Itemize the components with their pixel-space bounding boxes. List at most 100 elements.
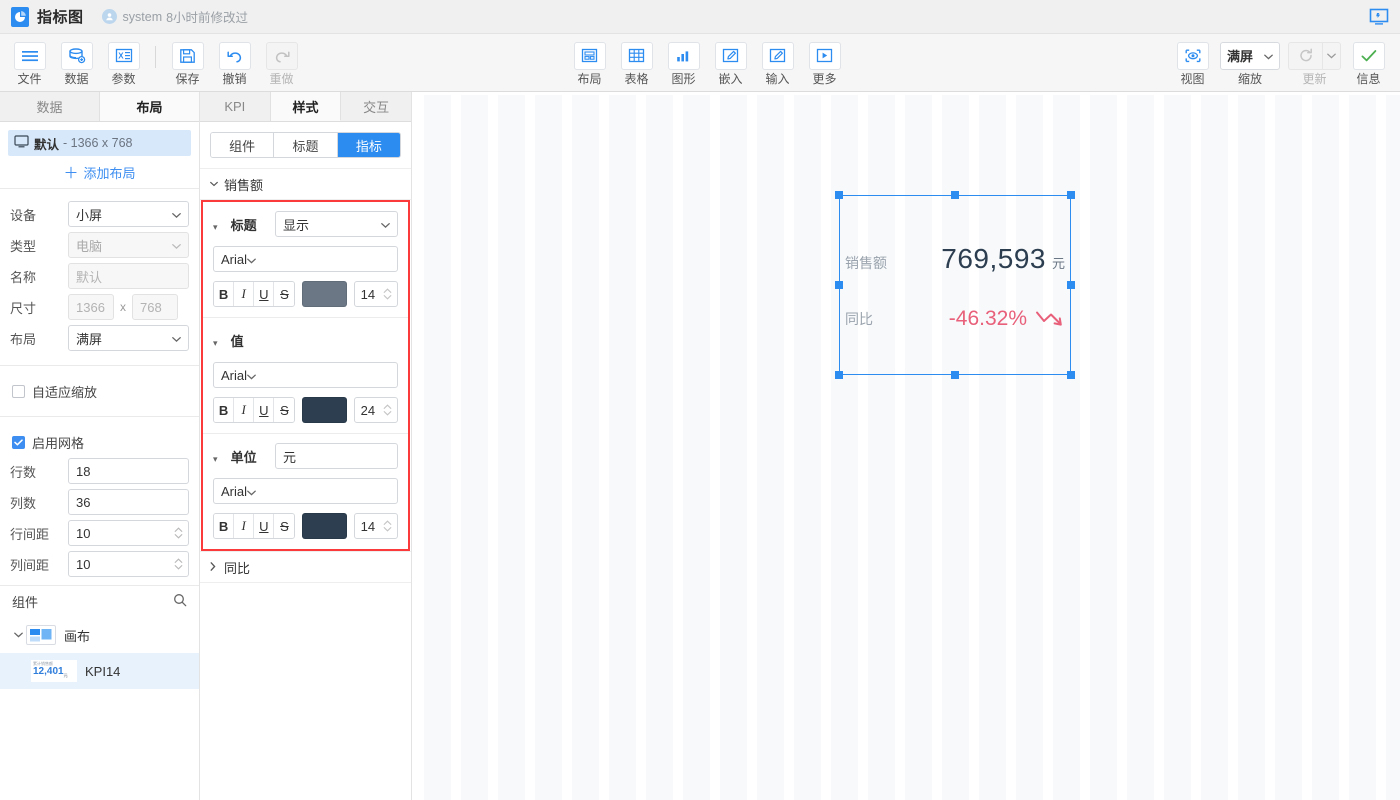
unit-font-select[interactable]: Arial — [213, 478, 398, 504]
autoscale-checkbox-row[interactable]: 自适应缩放 — [12, 379, 187, 403]
bold-button[interactable]: B — [214, 398, 234, 422]
unit-size-input[interactable]: 14 — [354, 513, 398, 539]
zoom-control[interactable]: 满屏 缩放 — [1220, 40, 1280, 86]
grid-section: 启用网格 行数 18 列数 36 行间距 10 — [0, 416, 199, 585]
ribbon-button-save[interactable]: 保存 — [164, 40, 211, 86]
field-name: 名称 默认 — [10, 262, 189, 290]
layout-mode-select[interactable]: 满屏 — [68, 325, 189, 351]
autoscale-checkbox[interactable] — [12, 385, 25, 398]
row-count-input[interactable]: 18 — [68, 458, 189, 484]
subsection-label: 值 — [231, 334, 244, 349]
title-display-select[interactable]: 显示 — [275, 211, 398, 237]
stepper-arrows-icon[interactable] — [174, 526, 183, 540]
search-icon[interactable] — [173, 593, 187, 610]
tree-item-canvas[interactable]: 画布 — [0, 617, 199, 653]
stepper-arrows-icon[interactable] — [383, 287, 392, 301]
chevron-down-icon — [210, 179, 220, 189]
title-font-select[interactable]: Arial — [213, 246, 398, 272]
resize-handle-n[interactable] — [951, 191, 959, 199]
layout-properties-section: 设备 小屏 类型 电脑 — [0, 188, 199, 365]
caret-down-icon: ▾ — [213, 454, 223, 465]
resize-handle-se[interactable] — [1067, 371, 1075, 379]
kpi-primary-row: 销售额 769,593 元 — [839, 243, 1071, 275]
ribbon-button-more[interactable]: 更多 — [801, 40, 848, 86]
segment-component[interactable]: 组件 — [211, 133, 274, 157]
chevron-down-icon[interactable] — [1322, 42, 1341, 70]
unit-font-value: Arial — [221, 484, 247, 499]
stepper-arrows-icon[interactable] — [383, 403, 392, 417]
subsection-title-row[interactable]: ▾ 值 — [213, 331, 275, 350]
tab-interaction[interactable]: 交互 — [341, 92, 411, 121]
ribbon-button-layout[interactable]: 布局 — [566, 40, 613, 86]
value-size-input[interactable]: 24 — [354, 397, 398, 423]
column-count-input[interactable]: 36 — [68, 489, 189, 515]
title-color-swatch[interactable] — [302, 281, 346, 307]
kpi-widget[interactable]: 销售额 769,593 元 同比 -46.32% — [839, 195, 1071, 375]
ribbon-button-embed[interactable]: 嵌入 — [707, 40, 754, 86]
ribbon-button-parameter[interactable]: X 参数 — [100, 40, 147, 86]
subsection-title-row[interactable]: ▾ 单位 — [213, 447, 275, 466]
subsection-header: ▾ 单位 元 — [213, 443, 398, 469]
stepper-arrows-icon[interactable] — [174, 557, 183, 571]
underline-button[interactable]: U — [254, 398, 274, 422]
device-select[interactable]: 小屏 — [68, 201, 189, 227]
ribbon-left-group: 文件 数据 — [0, 40, 305, 86]
subsection-title-row[interactable]: ▾ 标题 — [213, 215, 275, 234]
components-title: 组件 — [12, 592, 38, 611]
underline-button[interactable]: U — [254, 282, 274, 306]
unit-color-swatch[interactable] — [302, 513, 346, 539]
ribbon-button-input[interactable]: 输入 — [754, 40, 801, 86]
tab-data[interactable]: 数据 — [0, 92, 100, 121]
accordion-yoy[interactable]: 同比 — [200, 551, 411, 583]
italic-button[interactable]: I — [234, 282, 254, 306]
strikethrough-button[interactable]: S — [274, 282, 294, 306]
canvas-area[interactable]: 销售额 769,593 元 同比 -46.32% — [412, 92, 1400, 800]
resize-handle-w[interactable] — [835, 281, 843, 289]
field-label: 行数 — [10, 462, 68, 481]
row-gap-value: 10 — [76, 526, 90, 541]
resize-handle-sw[interactable] — [835, 371, 843, 379]
unit-input[interactable]: 元 — [275, 443, 398, 469]
tab-kpi[interactable]: KPI — [200, 92, 271, 121]
ribbon-button-table[interactable]: 表格 — [613, 40, 660, 86]
field-label: 尺寸 — [10, 298, 68, 317]
underline-button[interactable]: U — [254, 514, 274, 538]
italic-button[interactable]: I — [234, 398, 254, 422]
stepper-arrows-icon[interactable] — [383, 519, 392, 533]
resize-handle-nw[interactable] — [835, 191, 843, 199]
tree-item-kpi14[interactable]: 累计销售额 12,401元 KPI14 — [0, 653, 199, 689]
ribbon-button-info[interactable]: 信息 — [1345, 40, 1392, 86]
ribbon-button-undo[interactable]: 撤销 — [211, 40, 258, 86]
ribbon-button-data[interactable]: 数据 — [53, 40, 100, 86]
ribbon-button-chart[interactable]: 图形 — [660, 40, 707, 86]
column-gap-input[interactable]: 10 — [68, 551, 189, 577]
layout-item-dimensions: - 1366 x 768 — [63, 136, 133, 150]
accordion-sales-amount[interactable]: 销售额 — [200, 168, 411, 200]
grid-enable-checkbox[interactable] — [12, 436, 25, 449]
caret-down-icon: ▾ — [213, 222, 223, 233]
grid-enable-checkbox-row[interactable]: 启用网格 — [12, 430, 187, 454]
value-color-swatch[interactable] — [302, 397, 346, 423]
zoom-select[interactable]: 满屏 — [1220, 42, 1280, 70]
resize-handle-e[interactable] — [1067, 281, 1075, 289]
title-size-input[interactable]: 14 — [354, 281, 398, 307]
add-layout-button[interactable]: ＋ 添加布局 — [0, 156, 199, 188]
resize-handle-s[interactable] — [951, 371, 959, 379]
bold-button[interactable]: B — [214, 514, 234, 538]
ribbon-button-view[interactable]: 视图 — [1169, 40, 1216, 86]
segment-indicator[interactable]: 指标 — [338, 133, 400, 157]
tab-layout[interactable]: 布局 — [100, 92, 199, 121]
strikethrough-button[interactable]: S — [274, 398, 294, 422]
present-screen-icon[interactable] — [1366, 5, 1392, 29]
ribbon-button-file[interactable]: 文件 — [6, 40, 53, 86]
segment-title[interactable]: 标题 — [274, 133, 337, 157]
resize-handle-ne[interactable] — [1067, 191, 1075, 199]
italic-button[interactable]: I — [234, 514, 254, 538]
bold-button[interactable]: B — [214, 282, 234, 306]
value-font-select[interactable]: Arial — [213, 362, 398, 388]
strikethrough-button[interactable]: S — [274, 514, 294, 538]
layout-list-item-default[interactable]: 默认 - 1366 x 768 — [8, 130, 191, 156]
chevron-down-icon[interactable] — [10, 632, 26, 638]
tab-style[interactable]: 样式 — [271, 92, 342, 121]
row-gap-input[interactable]: 10 — [68, 520, 189, 546]
